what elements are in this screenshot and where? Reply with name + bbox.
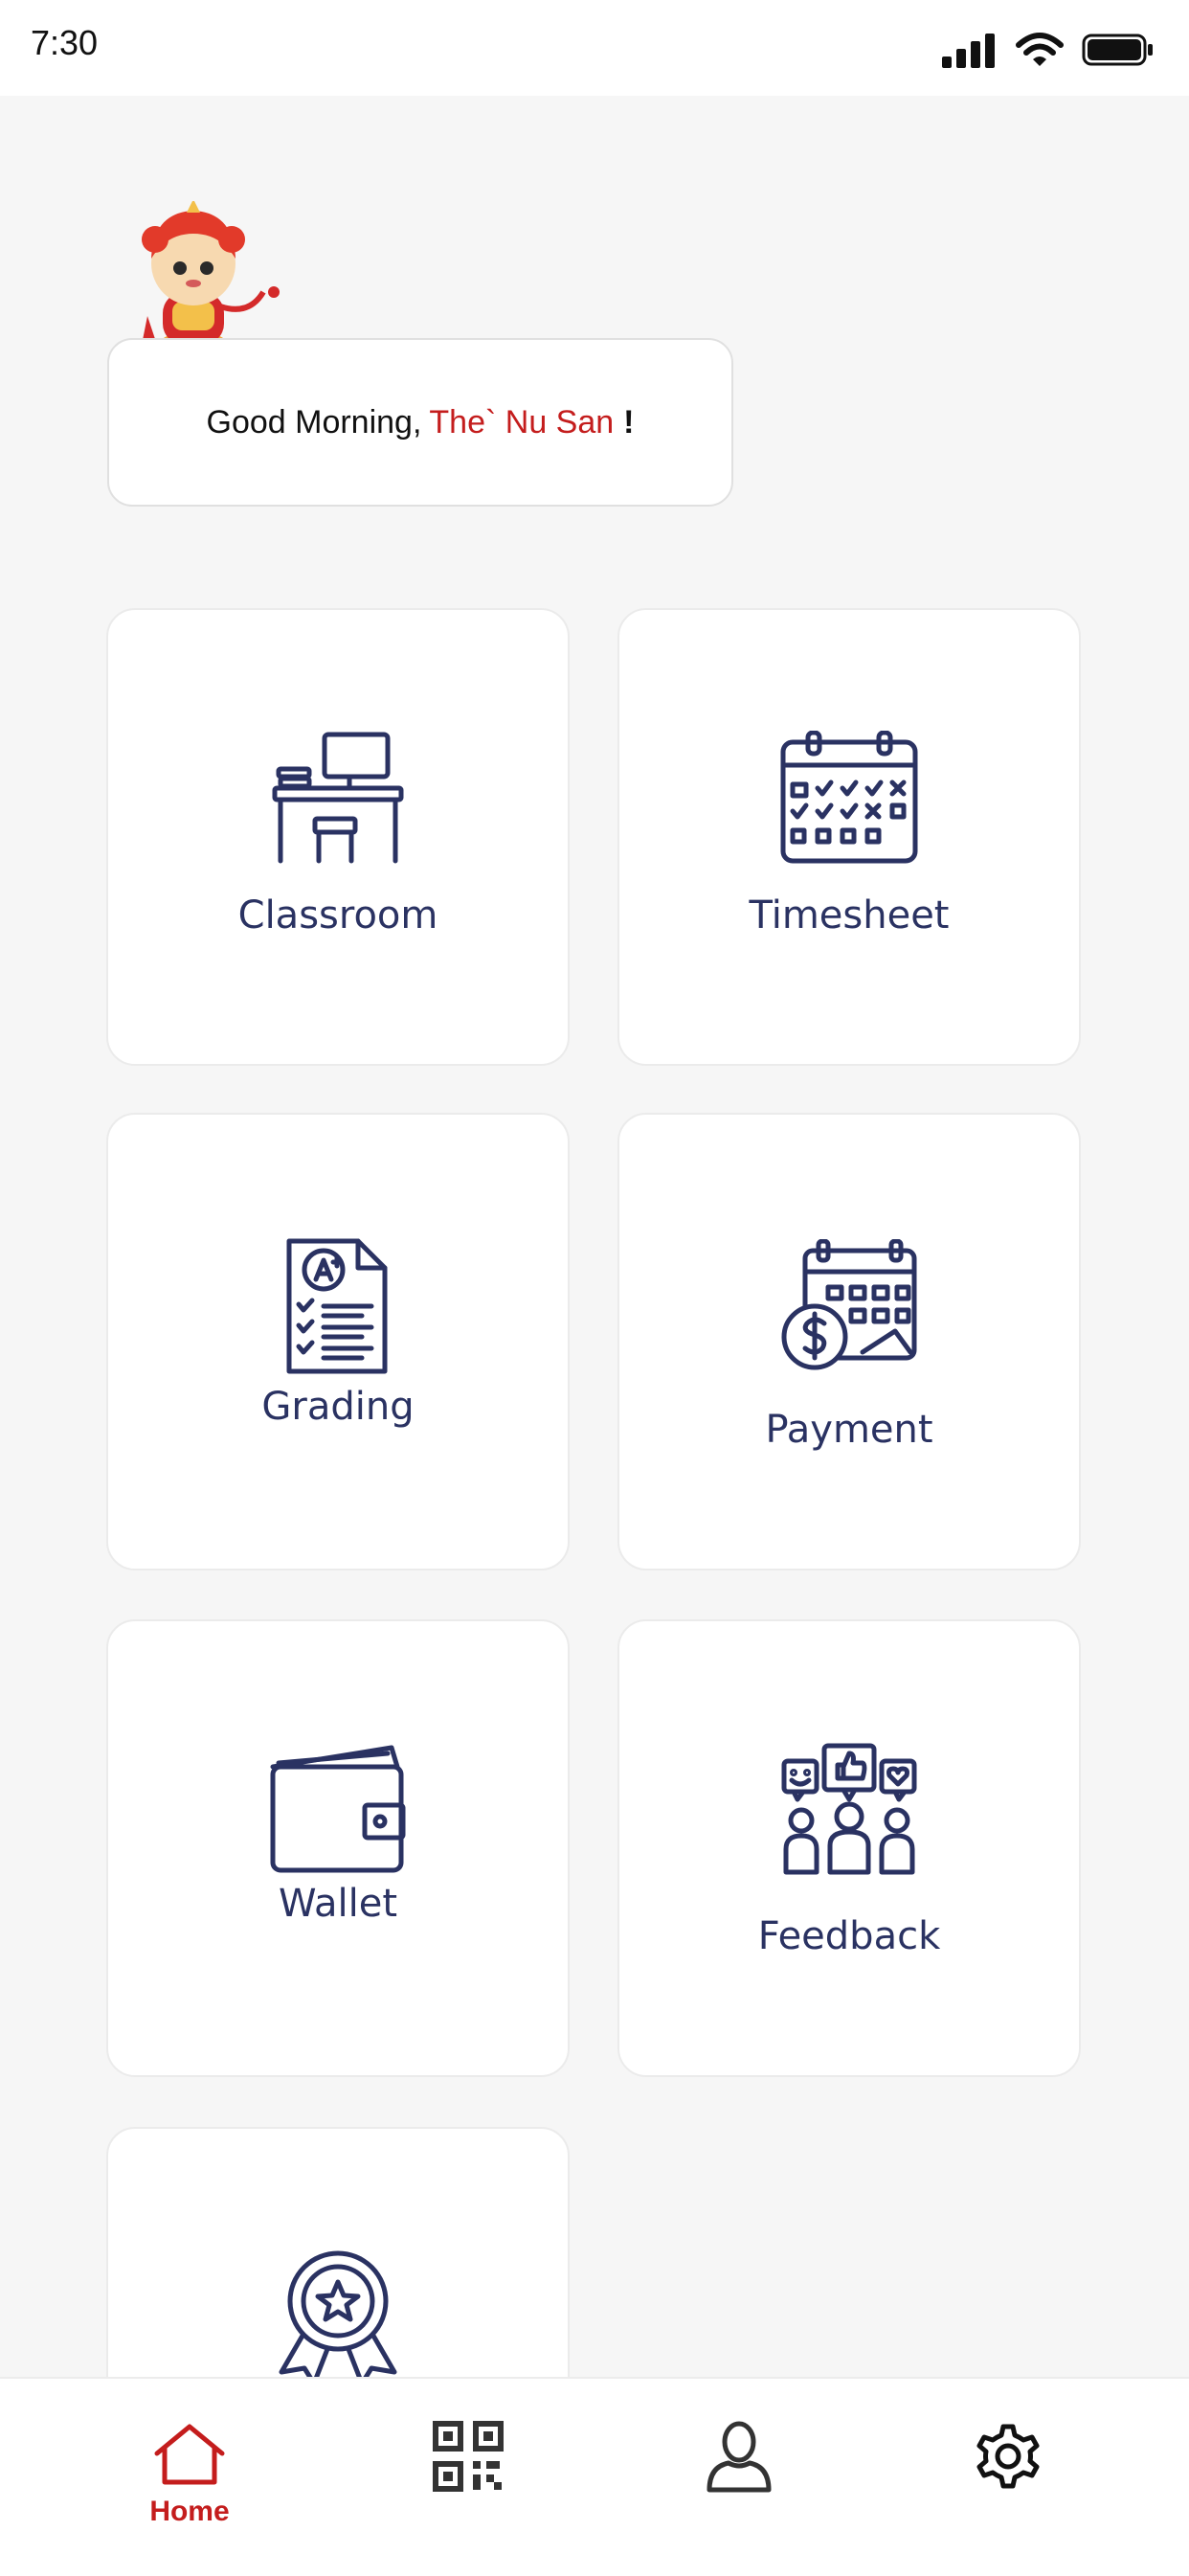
- qr-code-icon: [433, 2421, 504, 2492]
- tile-label: Grading: [261, 1385, 415, 1429]
- tile-feedback[interactable]: Feedback: [617, 1619, 1081, 2077]
- profile-icon: [707, 2421, 772, 2493]
- tile-label: Wallet: [278, 1882, 398, 1926]
- tab-settings[interactable]: [912, 2379, 1104, 2576]
- tile-label: Payment: [765, 1408, 933, 1452]
- greeting-exclamation: !: [623, 403, 635, 441]
- home-icon: [154, 2424, 225, 2485]
- tab-profile[interactable]: [643, 2379, 835, 2576]
- grade-sheet-icon: [286, 1238, 388, 1374]
- desk-icon: [272, 732, 404, 864]
- settings-icon: [976, 2424, 1040, 2489]
- tab-home-label: Home: [149, 2496, 230, 2527]
- wifi-icon: [1016, 33, 1064, 66]
- battery-icon: [1082, 34, 1153, 66]
- status-icons: [940, 29, 1155, 71]
- tile-classroom[interactable]: Classroom: [106, 608, 570, 1066]
- tile-grading[interactable]: Grading: [106, 1113, 570, 1570]
- status-bar: 7:30: [0, 0, 1189, 96]
- greeting-card: Good Morning, The` Nu San !: [107, 338, 733, 507]
- tile-wallet[interactable]: Wallet: [106, 1619, 570, 2077]
- payment-calendar-icon: [781, 1239, 917, 1370]
- tile-payment[interactable]: Payment: [617, 1113, 1081, 1570]
- feedback-icon: [781, 1743, 917, 1875]
- tile-label: Classroom: [237, 893, 438, 938]
- cellular-signal-icon: [942, 34, 995, 68]
- tile-label: Feedback: [757, 1914, 941, 1958]
- tile-label: Timesheet: [749, 893, 950, 938]
- status-time: 7:30: [31, 23, 99, 62]
- bottom-tab-bar: Home: [0, 2377, 1189, 2576]
- wallet-icon: [270, 1745, 406, 1873]
- award-badge-icon: [279, 2250, 397, 2384]
- tab-home[interactable]: Home: [94, 2379, 285, 2576]
- greeting-prefix: Good Morning,: [206, 403, 422, 441]
- calendar-icon: [780, 731, 918, 864]
- tab-qr-scan[interactable]: [372, 2379, 564, 2576]
- greeting-user-name: The` Nu San: [429, 403, 615, 441]
- tile-timesheet[interactable]: Timesheet: [617, 608, 1081, 1066]
